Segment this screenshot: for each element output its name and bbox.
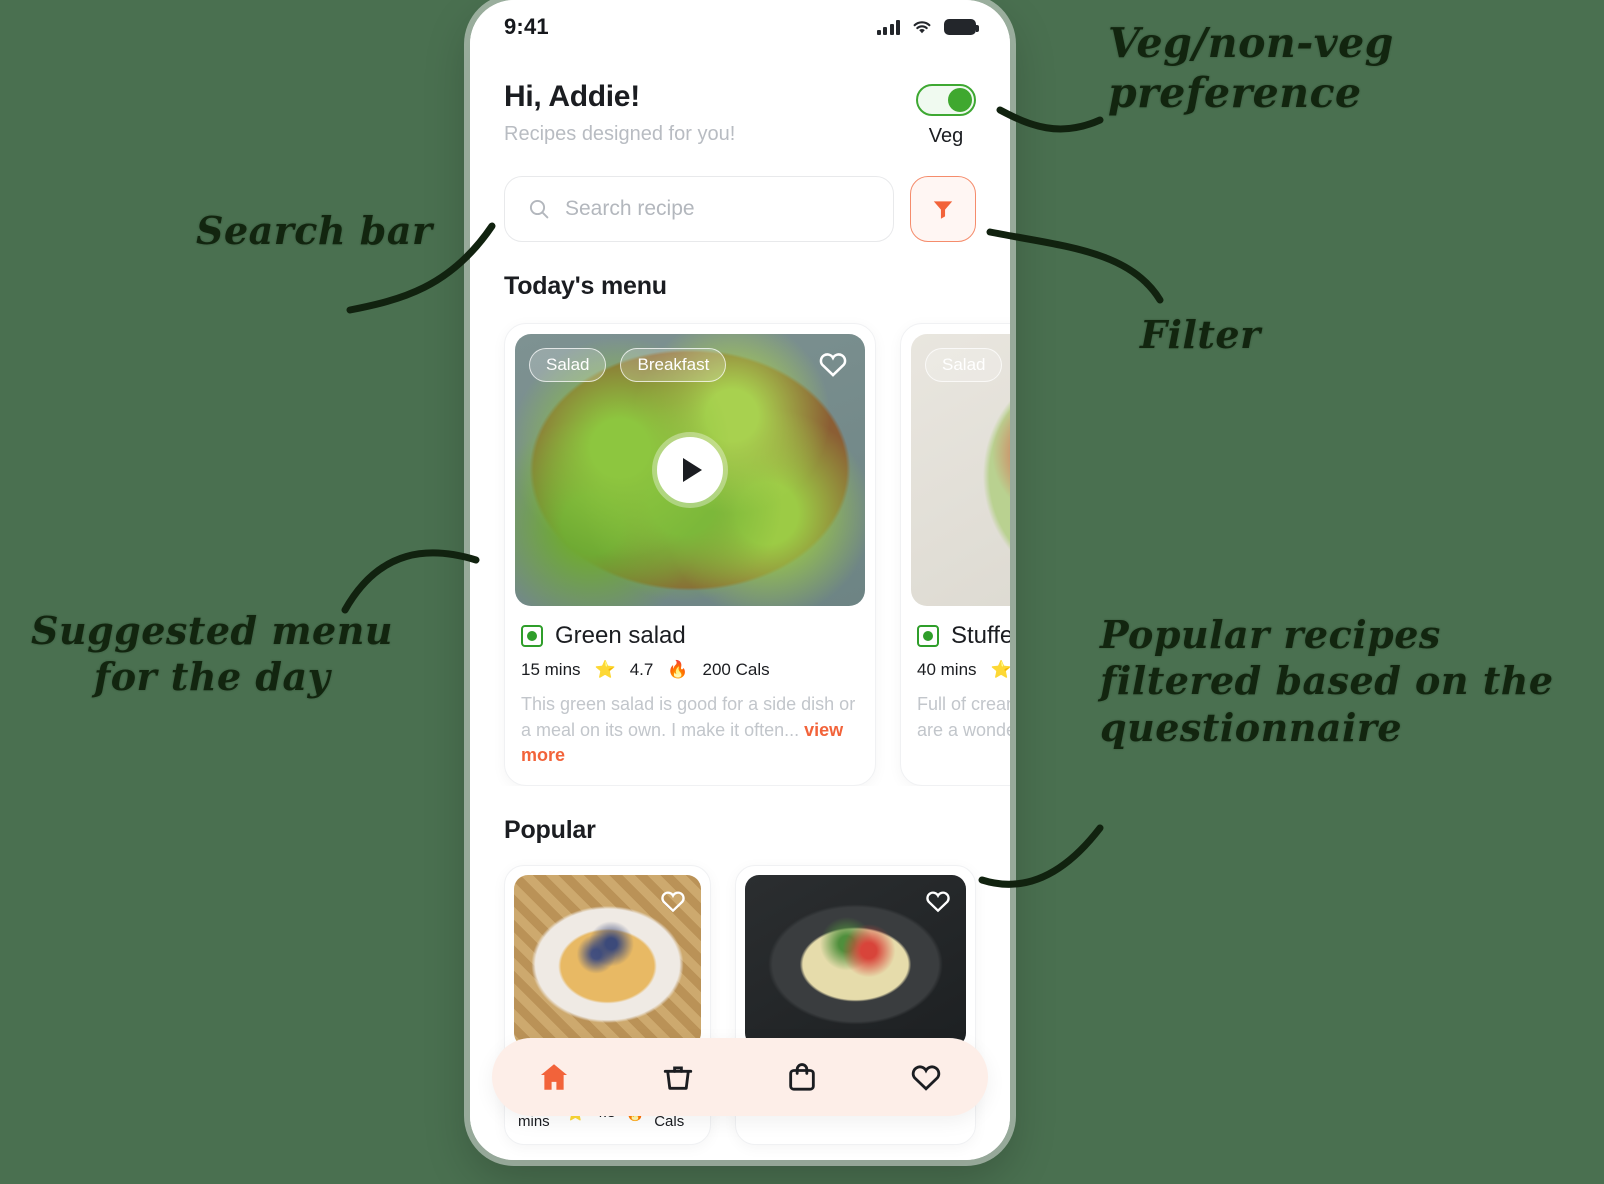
home-icon — [540, 1064, 568, 1090]
wifi-icon — [913, 21, 931, 34]
recipe-meta: 40 mins ⭐ 4.7 🔥 180 Cals — [911, 650, 1010, 680]
canvas: 9:41 Hi, Addie! Recipes designed for you… — [0, 0, 1604, 1184]
veg-toggle-group: Veg — [916, 80, 976, 148]
battery-full-icon — [944, 19, 979, 35]
filter-button[interactable] — [910, 176, 976, 242]
recipe-tag[interactable]: Salad — [925, 348, 1003, 382]
search-input[interactable]: Search recipe — [504, 176, 894, 242]
annotation-veg-preference: Veg/non-veg preference — [1108, 19, 1394, 118]
favorite-heart-icon[interactable] — [659, 887, 687, 915]
recipe-description: Full of creaminess these stuffed avocado… — [917, 694, 1010, 740]
recipe-tag[interactable]: Salad — [529, 348, 607, 382]
greeting-row: Hi, Addie! Recipes designed for you! Veg — [470, 54, 1010, 148]
recipe-calories: 200 Cals — [702, 660, 770, 679]
search-row: Search recipe — [470, 148, 1010, 242]
recipe-description-block: This green salad is good for a side dish… — [515, 680, 865, 769]
recipe-tag[interactable]: Breakfast — [620, 348, 727, 382]
favorite-heart-icon[interactable] — [924, 887, 952, 915]
today-menu-rail[interactable]: Salad Breakfast Green salad 15 mins ⭐ 4.… — [470, 301, 1010, 786]
annotation-suggested-menu: Suggested menu for the day — [31, 608, 393, 700]
nav-item-favorites[interactable] — [896, 1047, 956, 1107]
star-icon: ⭐ — [594, 660, 616, 679]
search-placeholder: Search recipe — [565, 197, 695, 220]
search-icon — [529, 199, 549, 219]
heart-icon — [911, 1065, 941, 1091]
annotation-popular-recipes: Popular recipes filtered based on the qu… — [1100, 612, 1554, 750]
section-title-popular: Popular — [504, 815, 596, 844]
veg-indicator-icon — [521, 625, 543, 647]
recipe-time: 40 mins — [917, 660, 977, 679]
cooking-pot-icon — [663, 1066, 693, 1090]
star-icon: ⭐ — [990, 660, 1010, 679]
phone-mockup: 9:41 Hi, Addie! Recipes designed for you… — [470, 0, 1010, 1160]
nav-item-cook[interactable] — [648, 1047, 708, 1107]
recipe-media[interactable]: Salad Breakfast — [515, 334, 865, 606]
recipe-rating: 4.7 — [629, 660, 654, 679]
favorite-heart-icon[interactable] — [817, 348, 849, 380]
recipe-tags: Salad Snack — [925, 348, 1010, 382]
section-title-today: Today's menu — [504, 272, 667, 300]
annotation-filter: Filter — [1140, 312, 1261, 357]
bottom-navigation — [492, 1038, 988, 1116]
popular-media[interactable] — [745, 874, 966, 1047]
recipe-title: Stuffed avocado — [951, 622, 1010, 649]
signal-bars-icon — [876, 19, 900, 35]
recipe-media[interactable]: Salad Snack — [911, 334, 1010, 606]
recipe-name-row: Green salad — [515, 606, 865, 650]
popular-media[interactable] — [514, 874, 702, 1047]
greeting-block: Hi, Addie! Recipes designed for you! — [504, 80, 735, 146]
recipe-meta: 15 mins ⭐ 4.7 🔥 200 Cals — [515, 650, 865, 680]
play-video-button[interactable] — [657, 437, 723, 503]
status-bar: 9:41 — [470, 0, 1010, 54]
annotation-search-bar: Search bar — [196, 208, 433, 253]
app-screen: 9:41 Hi, Addie! Recipes designed for you… — [470, 0, 1010, 1160]
veg-toggle-knob — [948, 88, 972, 112]
status-time: 9:41 — [504, 14, 549, 39]
nav-item-home[interactable] — [524, 1047, 584, 1107]
filter-funnel-icon — [933, 201, 953, 219]
recipe-description-block: Full of creaminess these stuffed avocado… — [911, 680, 1010, 743]
nav-item-shop[interactable] — [772, 1047, 832, 1107]
recipe-card[interactable]: Salad Breakfast Green salad 15 mins ⭐ 4.… — [504, 323, 876, 786]
recipe-tags: Salad Breakfast — [529, 348, 727, 382]
recipe-card[interactable]: Salad Snack Stuffed avocado 40 mins ⭐ 4.… — [900, 323, 1010, 786]
recipe-name-row: Stuffed avocado — [911, 606, 1010, 650]
veg-indicator-icon — [917, 625, 939, 647]
recipe-title: Green salad — [555, 622, 686, 649]
greeting-subtitle: Recipes designed for you! — [504, 123, 736, 145]
greeting-title: Hi, Addie! — [504, 80, 640, 113]
recipe-time: 15 mins — [521, 660, 581, 679]
shopping-bag-icon — [789, 1063, 815, 1091]
veg-toggle-label: Veg — [928, 125, 964, 147]
status-icons — [876, 19, 979, 35]
flame-icon: 🔥 — [667, 660, 689, 679]
veg-toggle[interactable] — [916, 84, 976, 116]
